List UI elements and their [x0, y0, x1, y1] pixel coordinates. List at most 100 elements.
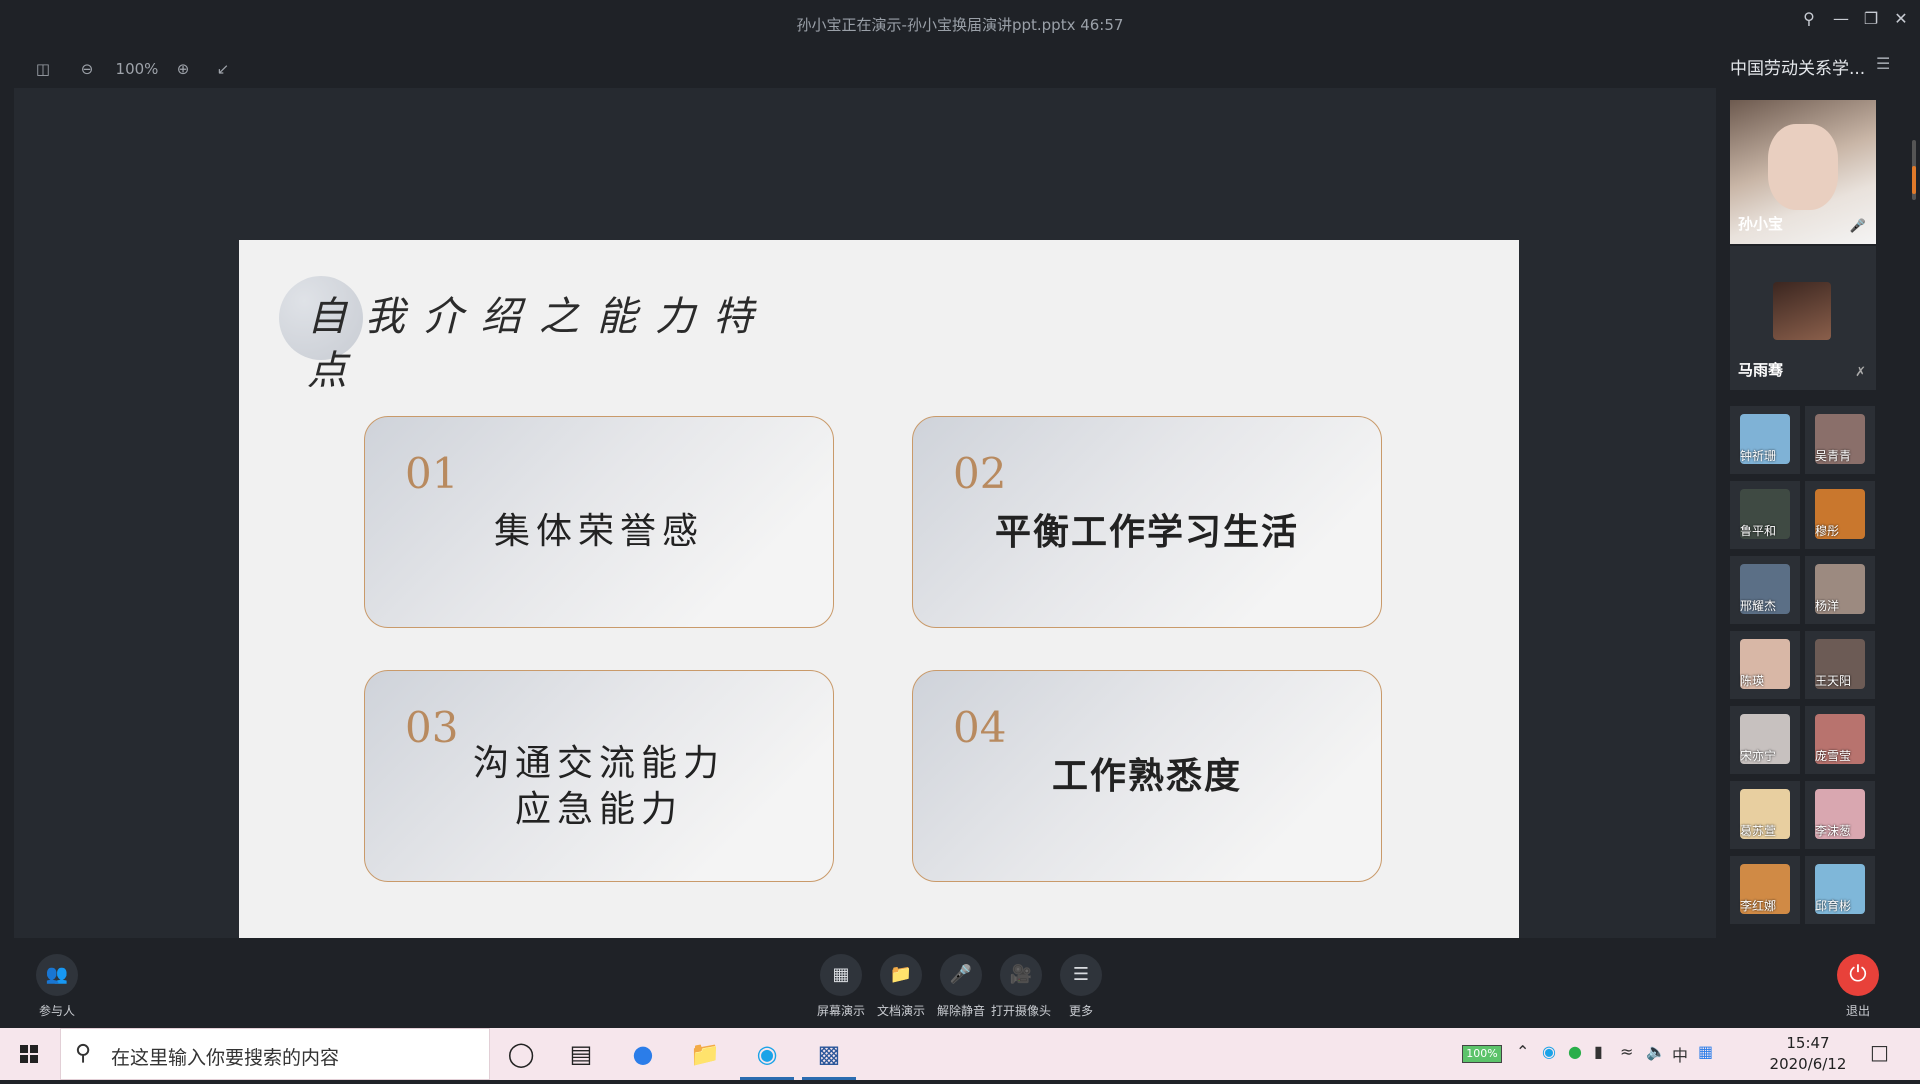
participant-tile[interactable]: 鲁平和: [1730, 481, 1800, 549]
title-bar: 孙小宝正在演示-孙小宝换届演讲ppt.pptx 46:57 ⚲ — ❐ ✕: [0, 0, 1920, 50]
participant-tile[interactable]: 宋亦宁: [1730, 706, 1800, 774]
participant-tile[interactable]: 陈瑛: [1730, 631, 1800, 699]
participant-tile[interactable]: 葛苏萱: [1730, 781, 1800, 849]
meeting-tray-icon[interactable]: ◉: [1542, 1042, 1556, 1061]
volume-icon[interactable]: 🔈: [1646, 1042, 1666, 1061]
participant-tile[interactable]: 邱育彬: [1805, 856, 1875, 924]
participant-name: 邢耀杰: [1740, 599, 1777, 613]
presentation-stage: 自我介绍之能力特点 01 集体荣誉感 02 平衡工作学习生活 03 沟通交流能力…: [14, 88, 1716, 960]
ability-card-04: 04 工作熟悉度: [912, 670, 1382, 882]
power-icon: ⏻: [1837, 954, 1879, 996]
participant-name: 吴青青: [1815, 449, 1852, 463]
participant-tile[interactable]: 王天阳: [1805, 631, 1875, 699]
slide-title-group: 自我介绍之能力特点: [279, 276, 799, 394]
card-label: 集体荣誉感: [493, 511, 704, 552]
pin-icon[interactable]: ⚲: [1796, 6, 1822, 32]
screen-share-button[interactable]: ▦ 屏幕演示: [811, 954, 871, 1019]
start-button[interactable]: [0, 1028, 60, 1080]
card-number: 02: [953, 449, 1007, 498]
menu-icon: ☰: [1060, 954, 1102, 996]
card-label-line2: 应急能力: [514, 789, 683, 830]
taskbar-search[interactable]: ⚲ 在这里输入你要搜索的内容: [60, 1028, 490, 1080]
participant-tile[interactable]: 邢耀杰: [1730, 556, 1800, 624]
fit-icon[interactable]: ↙: [210, 56, 236, 82]
camera-button[interactable]: 🎥 打开摄像头: [991, 954, 1051, 1019]
battery-icon[interactable]: ▮: [1594, 1042, 1603, 1061]
notification-icon[interactable]: □: [1870, 1040, 1889, 1064]
sidebar-toggle-icon[interactable]: ◫: [30, 56, 56, 82]
participants-icon: 👥: [36, 954, 78, 996]
close-button[interactable]: ✕: [1888, 6, 1914, 32]
mic-on-icon: 🎤: [1849, 219, 1866, 234]
restore-button[interactable]: ❐: [1858, 6, 1884, 32]
clock[interactable]: 15:47 2020/6/12: [1760, 1033, 1856, 1075]
participant-name: 陈瑛: [1740, 674, 1765, 688]
card-label: 工作熟悉度: [1051, 755, 1242, 797]
participant-name: 邱育彬: [1815, 899, 1852, 913]
time: 15:47: [1786, 1034, 1830, 1052]
participant-tile[interactable]: 穆彤: [1805, 481, 1875, 549]
presentation-toolbar: ◫ ⊖ 100% ⊕ ↙: [0, 50, 1720, 88]
ability-card-02: 02 平衡工作学习生活: [912, 416, 1382, 628]
meeting-control-bar: 👥 参与人 ▦ 屏幕演示 📁 文档演示 🎤 解除静音 🎥 打开摄像头 ☰ 更多 …: [0, 938, 1920, 1028]
wifi-icon[interactable]: ≈: [1620, 1042, 1633, 1061]
more-button[interactable]: ☰ 更多: [1051, 954, 1111, 1019]
speaker-name: 马雨骞: [1738, 361, 1784, 379]
participant-tile[interactable]: 李沫葱: [1805, 781, 1875, 849]
card-label-line1: 沟通交流能力: [472, 743, 725, 784]
zoom-in-icon[interactable]: ⊕: [170, 56, 196, 82]
folder-icon: 📁: [880, 954, 922, 996]
browser-icon[interactable]: ●: [612, 1028, 674, 1080]
word-icon[interactable]: ▩: [798, 1028, 860, 1080]
qq-icon[interactable]: ▦: [1698, 1042, 1713, 1061]
minimize-button[interactable]: —: [1828, 6, 1854, 32]
ability-card-01: 01 集体荣誉感: [364, 416, 834, 628]
meeting-name: 中国劳动关系学...: [1730, 59, 1866, 79]
participant-name: 王天阳: [1815, 674, 1852, 688]
panel-menu-icon[interactable]: ☰: [1876, 54, 1890, 73]
participant-name: 杨洋: [1815, 599, 1840, 613]
date: 2020/6/12: [1769, 1055, 1847, 1073]
participant-tile[interactable]: 杨洋: [1805, 556, 1875, 624]
slide-title: 自我介绍之能力特点: [307, 294, 771, 394]
exit-button[interactable]: ⏻ 退出: [1828, 954, 1888, 1019]
battery-indicator[interactable]: 100%: [1462, 1045, 1502, 1063]
participant-name: 钟祈珊: [1740, 449, 1777, 463]
mic-muted-icon: ✗: [1855, 365, 1866, 380]
scrollbar-thumb[interactable]: [1912, 166, 1916, 194]
card-number: 04: [953, 703, 1007, 752]
chevron-up-icon[interactable]: ⌃: [1516, 1042, 1529, 1061]
ime-icon[interactable]: 中: [1672, 1042, 1688, 1066]
participant-name: 李沫葱: [1815, 824, 1852, 838]
participant-tile[interactable]: 庞雪莹: [1805, 706, 1875, 774]
search-icon: ⚲: [75, 1041, 92, 1066]
file-explorer-icon[interactable]: 📁: [674, 1028, 736, 1080]
speaker-tile[interactable]: 马雨骞 ✗: [1730, 246, 1876, 390]
camera-off-icon: 🎥: [1000, 954, 1042, 996]
participant-tile[interactable]: 李红娜: [1730, 856, 1800, 924]
participant-name: 李红娜: [1740, 899, 1777, 913]
doc-share-button[interactable]: 📁 文档演示: [871, 954, 931, 1019]
participant-tile[interactable]: 吴青青: [1805, 406, 1875, 474]
speaker-name: 孙小宝: [1738, 215, 1784, 233]
participants-panel: 中国劳动关系学... ☰ 孙小宝 🎤 马雨骞 ✗ 钟祈珊 吴青青鲁平和 穆彤邢耀杰 杨…: [1716, 50, 1920, 938]
speaker-tile[interactable]: 孙小宝 🎤: [1730, 100, 1876, 244]
unmute-button[interactable]: 🎤 解除静音: [931, 954, 991, 1019]
screen-share-icon: ▦: [820, 954, 862, 996]
mic-muted-icon: 🎤: [940, 954, 982, 996]
task-view-icon[interactable]: ▤: [550, 1028, 612, 1080]
panel-scrollbar[interactable]: [1912, 140, 1916, 200]
participant-name: 宋亦宁: [1740, 749, 1777, 763]
ability-card-03: 03 沟通交流能力 应急能力: [364, 670, 834, 882]
speaker-video: [1768, 124, 1838, 210]
card-label: 平衡工作学习生活: [994, 511, 1299, 553]
zoom-out-icon[interactable]: ⊖: [74, 56, 100, 82]
participants-button[interactable]: 👥 参与人: [27, 954, 87, 1019]
participant-name: 葛苏萱: [1740, 824, 1777, 838]
zoom-level: 100%: [115, 60, 159, 78]
participant-name: 鲁平和: [1740, 524, 1777, 538]
meeting-app-icon[interactable]: ◉: [736, 1028, 798, 1080]
wechat-icon[interactable]: ●: [1568, 1042, 1582, 1061]
participant-tile[interactable]: 钟祈珊: [1730, 406, 1800, 474]
cortana-icon[interactable]: ◯: [490, 1028, 552, 1080]
